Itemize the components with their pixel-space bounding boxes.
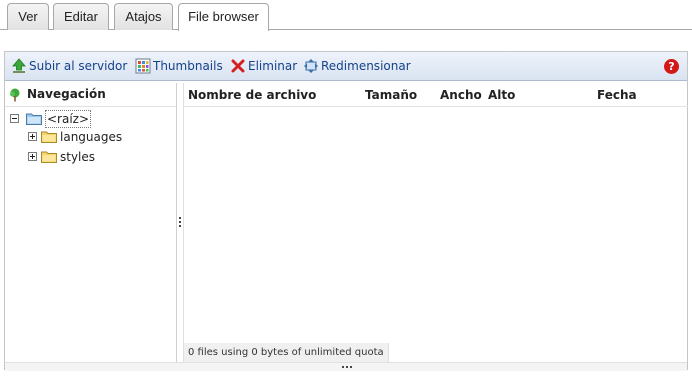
file-browser-toolbar: Subir al servidor Thumbnails Eliminar Re…: [5, 52, 687, 81]
expand-icon[interactable]: [28, 132, 37, 141]
tree-node-label: languages: [60, 130, 123, 144]
navigation-header: Navegación: [5, 83, 176, 107]
resize-icon: [304, 59, 318, 73]
navigation-panel: Navegación <raíz> languages styles: [5, 83, 177, 362]
folder-icon: [41, 151, 57, 163]
delete-icon: [231, 59, 245, 73]
thumbnails-button[interactable]: Thumbnails: [135, 56, 223, 76]
folder-icon: [41, 131, 57, 143]
resize-button-label: Redimensionar: [321, 59, 411, 73]
tree-node-root[interactable]: <raíz>: [9, 110, 129, 128]
navigation-title: Navegación: [27, 87, 106, 101]
splitter-grip-icon: [179, 217, 181, 229]
upload-button-label: Subir al servidor: [29, 59, 128, 73]
column-header-filename[interactable]: Nombre de archivo: [188, 88, 316, 102]
column-header-date[interactable]: Fecha: [597, 88, 637, 102]
folder-open-icon: [26, 113, 42, 125]
upload-icon: [12, 58, 26, 73]
tree-node-root-label: <raíz>: [45, 110, 92, 128]
tree-node-label: styles: [60, 150, 96, 164]
file-browser-panel: Subir al servidor Thumbnails Eliminar Re…: [4, 51, 688, 371]
tab-editar[interactable]: Editar: [53, 3, 109, 30]
upload-button[interactable]: Subir al servidor: [11, 56, 128, 76]
status-bar: 0 files using 0 bytes of unlimited quota: [184, 343, 688, 362]
thumbnails-button-label: Thumbnails: [153, 59, 223, 73]
files-list[interactable]: [184, 108, 688, 342]
delete-button-label: Eliminar: [248, 59, 298, 73]
help-icon[interactable]: ?: [664, 59, 679, 74]
files-panel: Nombre de archivo Tamaño Ancho Alto Fech…: [183, 83, 688, 362]
tab-bar: Ver Editar Atajos File browser: [0, 0, 692, 31]
thumbnails-icon: [135, 58, 151, 74]
tree-node-styles[interactable]: styles: [27, 148, 147, 166]
expand-icon[interactable]: [28, 152, 37, 161]
quota-status: 0 files using 0 bytes of unlimited quota: [184, 343, 389, 362]
tab-atajos[interactable]: Atajos: [114, 3, 173, 30]
delete-button[interactable]: Eliminar: [230, 56, 298, 76]
column-header-width[interactable]: Ancho: [440, 88, 482, 102]
collapse-icon[interactable]: [10, 114, 19, 123]
column-header-height[interactable]: Alto: [488, 88, 515, 102]
tab-file-browser[interactable]: File browser: [178, 3, 269, 31]
tree-icon: [10, 88, 20, 102]
files-header: Nombre de archivo Tamaño Ancho Alto Fech…: [184, 83, 688, 107]
tree-node-languages[interactable]: languages: [27, 128, 147, 146]
resize-button[interactable]: Redimensionar: [303, 56, 411, 76]
column-header-size[interactable]: Tamaño: [365, 88, 417, 102]
tab-ver[interactable]: Ver: [7, 3, 49, 30]
splitter-grip-icon: [342, 366, 354, 368]
